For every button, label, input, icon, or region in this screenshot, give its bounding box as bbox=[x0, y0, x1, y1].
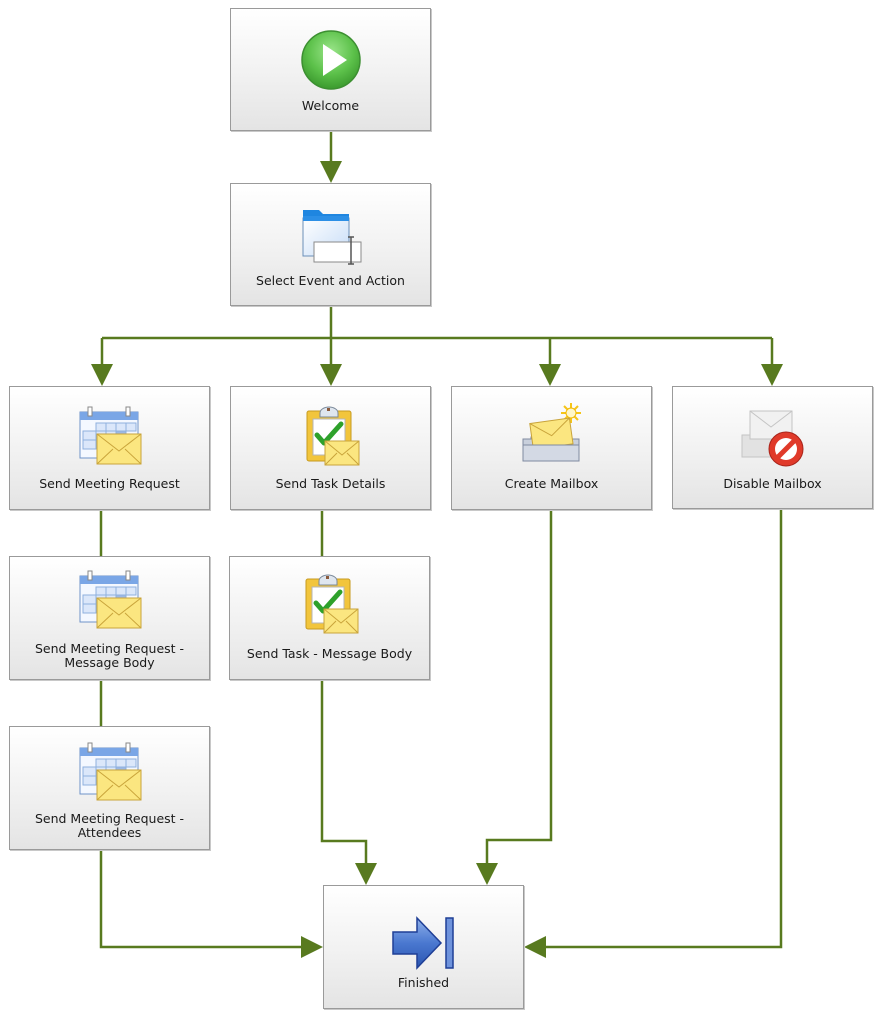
arrowhead-finished-top-left bbox=[355, 863, 377, 885]
node-label: Welcome bbox=[301, 98, 360, 113]
arrowhead-select bbox=[320, 161, 342, 183]
node-label: Send Task - Message Body bbox=[246, 646, 413, 661]
play-icon bbox=[300, 30, 361, 90]
node-label-line: Send Meeting Request - bbox=[34, 811, 185, 826]
connector-attendees-to-finished bbox=[99, 850, 302, 949]
node-label: Disable Mailbox bbox=[723, 476, 822, 491]
disable-mailbox-icon bbox=[741, 410, 803, 467]
node-label-line: Attendees bbox=[77, 825, 142, 840]
finish-arrow-icon bbox=[391, 916, 454, 970]
clipboard-envelope-icon bbox=[305, 574, 358, 634]
node-create-mailbox[interactable]: Create Mailbox bbox=[451, 386, 652, 510]
node-send-meeting-request-attendees[interactable]: Send Meeting Request - Attendees bbox=[9, 726, 210, 850]
node-welcome[interactable]: Welcome bbox=[230, 8, 431, 131]
calendar-envelope-icon bbox=[79, 570, 141, 629]
calendar-envelope-icon bbox=[79, 406, 141, 465]
node-label: Send Meeting Request bbox=[39, 476, 180, 491]
connector-create-mailbox-to-finished bbox=[485, 510, 553, 863]
node-send-meeting-request[interactable]: Send Meeting Request bbox=[9, 386, 210, 510]
new-mailbox-icon bbox=[522, 403, 581, 462]
arrowhead-send-task-details bbox=[320, 364, 342, 386]
arrowhead-send-meeting-request bbox=[91, 364, 113, 386]
arrowhead-finished-right bbox=[524, 936, 546, 958]
connector-disable-mailbox-to-finished bbox=[546, 509, 783, 949]
arrowhead-disable-mailbox bbox=[761, 364, 783, 386]
node-label: Finished bbox=[397, 975, 450, 990]
arrowhead-finished-top-right bbox=[476, 863, 498, 885]
node-label: Send Task Details bbox=[275, 476, 386, 491]
node-disable-mailbox[interactable]: Disable Mailbox bbox=[672, 386, 873, 509]
node-label: Send Meeting Request - Message Body bbox=[14, 642, 205, 670]
clipboard-envelope-icon bbox=[306, 406, 359, 466]
connector-task-body-to-finished bbox=[320, 680, 368, 863]
folder-form-icon bbox=[302, 210, 361, 265]
node-send-task-details[interactable]: Send Task Details bbox=[230, 386, 431, 510]
node-finished[interactable]: Finished bbox=[323, 885, 524, 1009]
node-select-event-and-action[interactable]: Select Event and Action bbox=[230, 183, 431, 306]
node-label: Select Event and Action bbox=[256, 273, 405, 288]
node-label: Send Meeting Request - Attendees bbox=[14, 812, 205, 840]
node-label-line: Send Meeting Request - bbox=[34, 641, 185, 656]
arrowhead-finished-left bbox=[301, 936, 323, 958]
node-label-line: Message Body bbox=[64, 655, 155, 670]
node-send-meeting-request-message-body[interactable]: Send Meeting Request - Message Body bbox=[9, 556, 210, 680]
node-label: Create Mailbox bbox=[504, 476, 599, 491]
node-send-task-message-body[interactable]: Send Task - Message Body bbox=[229, 556, 430, 680]
calendar-envelope-icon bbox=[79, 742, 141, 801]
arrowhead-create-mailbox bbox=[539, 364, 561, 386]
